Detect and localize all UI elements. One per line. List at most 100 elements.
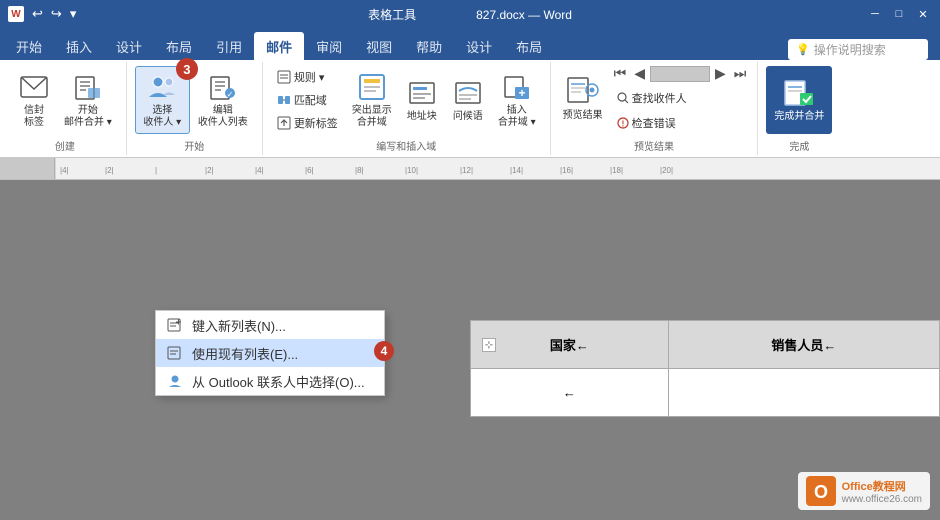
finish-icon (783, 77, 815, 109)
title-bar-right: ─ □ ✕ (866, 5, 932, 23)
tab-reference[interactable]: 引用 (204, 32, 254, 60)
last-record-button[interactable]: ⏭ (731, 64, 750, 83)
tab-mail[interactable]: 邮件 (254, 32, 304, 60)
site-url: www.office26.com (842, 494, 922, 505)
ruler: |4| |2| | |2| |4| |6| |8| |10| |12| |14|… (0, 158, 940, 180)
app-logo: W (8, 6, 24, 22)
table-cell-country-header: 国家← (471, 321, 669, 369)
match-fields-label: 匹配域 (294, 92, 327, 108)
search-icon: 💡 (796, 43, 810, 56)
next-record-button[interactable]: ▶ (712, 64, 729, 83)
use-existing-item[interactable]: 使用现有列表(E)... 4 (156, 339, 384, 367)
first-record-button[interactable]: ⏮ (611, 64, 630, 83)
start-merge-button[interactable]: 开始邮件合并 ▾ (58, 66, 118, 134)
envelope-icon (18, 71, 50, 103)
ribbon-group-write-insert: 规则 ▾ 匹配域 更新标签 (263, 62, 551, 155)
highlight-label: 突出显示合并域 (352, 105, 392, 129)
from-outlook-icon (166, 372, 184, 390)
close-button[interactable]: ✕ (914, 5, 932, 23)
check-errors-button[interactable]: ! 检查错误 (611, 113, 750, 135)
customize-qat-icon[interactable]: ▾ (68, 4, 79, 24)
svg-text:|4|: |4| (60, 166, 69, 175)
find-recipient-label: 查找收件人 (632, 90, 687, 106)
svg-text:+: + (518, 86, 525, 100)
select-recipients-wrapper: 选择收件人 ▾ 3 (135, 66, 190, 134)
finish-merge-button[interactable]: 完成并合并 (766, 66, 832, 134)
new-list-icon (166, 316, 184, 334)
minimize-button[interactable]: ─ (866, 5, 884, 23)
edit-recipients-button[interactable]: ✓ 编辑收件人列表 (192, 66, 254, 134)
finish-merge-label: 完成并合并 (774, 111, 824, 123)
dropdown-menu: 键入新列表(N)... 使用现有列表(E)... 4 从 Outlook 联系人… (155, 310, 385, 396)
svg-text:|16|: |16| (560, 166, 573, 175)
ribbon-tabs: 开始 插入 设计 布局 引用 邮件 审阅 视图 帮助 设计 布局 💡 操作说明搜… (0, 28, 940, 60)
match-fields-button[interactable]: 匹配域 (271, 89, 344, 111)
site-name: Office教程网 (842, 478, 922, 494)
new-list-label: 键入新列表(N)... (192, 316, 286, 335)
edit-recipients-icon: ✓ (207, 71, 239, 103)
svg-text:|14|: |14| (510, 166, 523, 175)
svg-text:|10|: |10| (405, 166, 418, 175)
redo-icon[interactable]: ↪ (49, 4, 64, 24)
undo-icon[interactable]: ↩ (30, 4, 45, 24)
from-outlook-item[interactable]: 从 Outlook 联系人中选择(O)... (156, 367, 384, 395)
highlight-merge-button[interactable]: 突出显示合并域 (346, 66, 398, 134)
rules-button[interactable]: 规则 ▾ (271, 66, 344, 88)
ribbon-group-recipients: 选择收件人 ▾ 3 ✓ 编辑收件人列表 开始 (127, 62, 263, 155)
table-move-handle[interactable]: ⊹ (482, 338, 496, 352)
address-block-label: 地址块 (407, 111, 437, 123)
table-cell-salesperson-data (668, 369, 939, 417)
file-title: 827.docx (476, 8, 525, 22)
envelopes-label: 信封标签 (24, 105, 44, 129)
ribbon-group-create: 信封标签 开始邮件合并 ▾ 创建 (4, 62, 127, 155)
recipients-icon (146, 71, 178, 103)
tab-review[interactable]: 审阅 (304, 32, 354, 60)
svg-text:✓: ✓ (226, 90, 233, 99)
tab-design2[interactable]: 设计 (454, 32, 504, 60)
from-outlook-label: 从 Outlook 联系人中选择(O)... (192, 372, 365, 391)
app-name: Word (543, 8, 571, 22)
tab-view[interactable]: 视图 (354, 32, 404, 60)
preview-results-button[interactable]: 预览结果 (559, 65, 607, 133)
highlight-icon (356, 71, 388, 103)
create-group-label: 创建 (55, 136, 75, 153)
tab-layout[interactable]: 布局 (154, 32, 204, 60)
preview-results-label: 预览结果 (563, 110, 603, 122)
prev-record-button[interactable]: ◀ (631, 64, 648, 83)
office-logo: O (806, 476, 836, 506)
ribbon-group-finish: 完成并合并 完成 (758, 62, 840, 155)
table-cell-salesperson-header: 销售人员← (668, 321, 939, 369)
maximize-button[interactable]: □ (890, 5, 908, 23)
svg-text:|: | (155, 166, 157, 175)
edit-recipients-label: 编辑收件人列表 (198, 105, 248, 129)
doc-table: 国家← 销售人员← ← (470, 320, 940, 417)
insert-merge-label: 插入合并域 ▾ (498, 105, 536, 129)
title-bar-left: W ↩ ↪ ▾ (8, 4, 78, 24)
greeting-line-button[interactable]: 问候语 (446, 66, 490, 134)
address-block-button[interactable]: 地址块 (400, 66, 444, 134)
write-insert-group-label: 编写和插入域 (376, 136, 436, 153)
tab-help[interactable]: 帮助 (404, 32, 454, 60)
svg-text:|2|: |2| (105, 166, 114, 175)
watermark: O Office教程网 www.office26.com (798, 472, 930, 510)
tab-layout2[interactable]: 布局 (504, 32, 554, 60)
update-labels-button[interactable]: 更新标签 (271, 112, 344, 134)
search-bar[interactable]: 💡 操作说明搜索 (788, 39, 928, 60)
envelopes-button[interactable]: 信封标签 (12, 66, 56, 134)
greeting-icon (452, 77, 484, 109)
table-cell-country-data: ← (471, 369, 669, 417)
ribbon-group-preview: 预览结果 ⏮ ◀ ▶ ⏭ 查找收件人 ! 检查错误 (551, 62, 759, 155)
tab-start[interactable]: 开始 (4, 32, 54, 60)
svg-text:|18|: |18| (610, 166, 623, 175)
document-area: 键入新列表(N)... 使用现有列表(E)... 4 从 Outlook 联系人… (0, 180, 940, 520)
new-list-item[interactable]: 键入新列表(N)... (156, 311, 384, 339)
tab-design[interactable]: 设计 (104, 32, 154, 60)
svg-text:|12|: |12| (460, 166, 473, 175)
tab-insert[interactable]: 插入 (54, 32, 104, 60)
ribbon: 信封标签 开始邮件合并 ▾ 创建 (0, 60, 940, 158)
greeting-label: 问候语 (453, 111, 483, 123)
record-number-box[interactable] (650, 66, 710, 82)
recipients-buttons: 选择收件人 ▾ 3 ✓ 编辑收件人列表 (135, 64, 254, 136)
find-recipient-button[interactable]: 查找收件人 (611, 87, 750, 109)
insert-merge-field-button[interactable]: + 插入合并域 ▾ (492, 66, 542, 134)
